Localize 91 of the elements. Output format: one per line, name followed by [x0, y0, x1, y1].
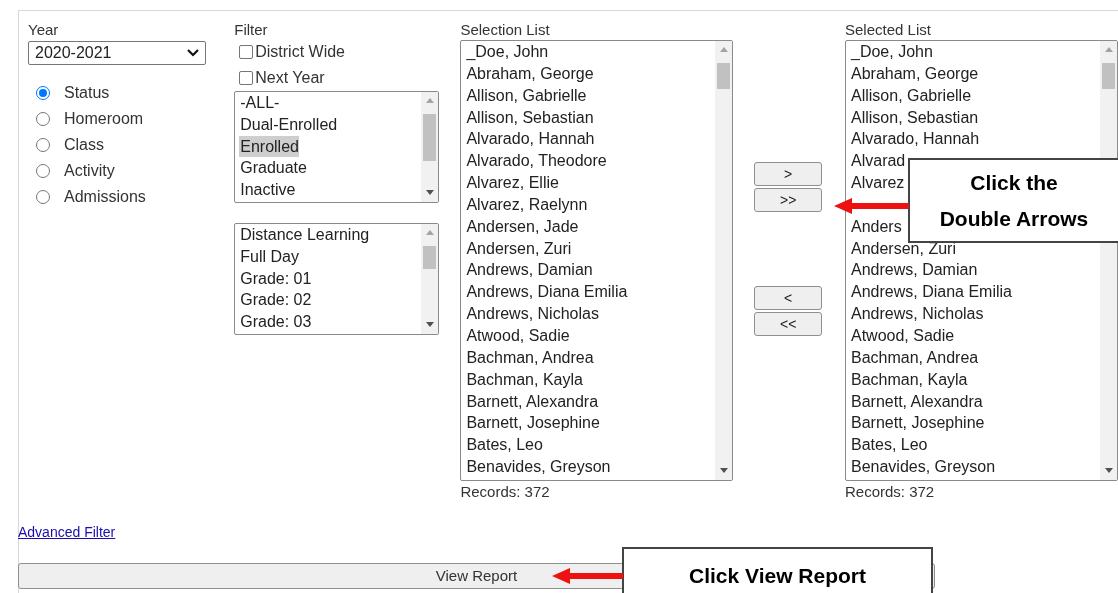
list-option[interactable]: Graduate [239, 157, 307, 180]
list-option[interactable]: Alvarado, Hannah [465, 128, 595, 151]
field-label: Selection List [460, 21, 551, 39]
list-option[interactable]: Inactive [239, 179, 296, 201]
list-option[interactable]: Abraham, George [465, 62, 594, 85]
list-option[interactable]: Andrews, Nicholas [465, 303, 599, 325]
list-option[interactable]: Allison, Sebastian [465, 106, 594, 129]
list-option[interactable]: Andrews, Diana Emilia [850, 281, 1012, 304]
list-option[interactable]: Dual-Enrolled [239, 113, 338, 136]
scroll-thumb[interactable] [423, 114, 437, 161]
list-option[interactable]: Benavides, Greyson [465, 456, 611, 478]
checkbox-label: Next Year [255, 68, 325, 88]
list-option[interactable]: Barnett, Josephine [465, 412, 600, 435]
list-option[interactable]: Alvarez [850, 172, 905, 194]
checkbox[interactable] [239, 71, 254, 85]
checkbox[interactable] [239, 45, 254, 59]
list-option[interactable]: Andrews, Damian [465, 259, 593, 282]
list-option[interactable]: Allison, Sebastian [850, 106, 979, 129]
radio-label: Status [64, 83, 110, 103]
scroll-up-icon[interactable] [426, 98, 435, 103]
list-option[interactable]: Anders [850, 215, 902, 238]
list-option[interactable]: Barnett, Alexandra [850, 390, 983, 413]
record-count: Records: 372 [845, 483, 936, 501]
list-option[interactable]: Grade: 01 [239, 267, 312, 290]
scroll-down-icon[interactable] [1105, 468, 1113, 473]
status-listbox[interactable]: -ALL- Dual-Enrolled Enrolled Graduate Inactive [234, 91, 440, 203]
year-dropdown[interactable]: 2020-2021 [28, 41, 206, 65]
callout-tooltip: Click the Double Arrows [908, 158, 1118, 243]
list-option[interactable]: Andersen, Zuri [465, 237, 572, 260]
list-option[interactable]: Allison, Gabrielle [465, 84, 587, 107]
scroll-up-icon[interactable] [426, 230, 435, 235]
scroll-up-icon[interactable] [720, 47, 729, 52]
list-option[interactable]: Bates, Leo [465, 434, 543, 457]
field-label: Year [28, 21, 60, 39]
list-option[interactable]: Abraham, George [850, 62, 979, 85]
pointer-arrow [552, 568, 623, 584]
field-label: Filter [234, 21, 269, 39]
move-button[interactable]: < [754, 286, 823, 310]
move-button[interactable]: >> [754, 188, 823, 212]
list-option[interactable]: Grade: 02 [239, 289, 312, 312]
scroll-thumb[interactable] [717, 63, 731, 89]
scroll-up-icon[interactable] [1105, 47, 1113, 52]
radio-label: Admissions [64, 187, 146, 207]
scroll-thumb[interactable] [423, 246, 437, 269]
list-option[interactable]: Andersen, Jade [465, 215, 579, 238]
list-option[interactable]: Grade: 03 [239, 311, 312, 333]
list-option[interactable]: Andrews, Nicholas [850, 303, 984, 325]
scrollbar[interactable] [715, 41, 733, 480]
scroll-down-icon[interactable] [720, 468, 729, 473]
radio-label: Class [64, 135, 104, 155]
student-listbox[interactable] [460, 40, 734, 481]
scroll-thumb[interactable] [1102, 63, 1115, 89]
scrollbar[interactable] [421, 92, 439, 202]
list-option[interactable]: Bachman, Kayla [465, 368, 583, 391]
move-button[interactable]: > [754, 162, 823, 186]
list-option[interactable]: Andrews, Damian [850, 259, 978, 282]
list-option[interactable]: Alvarado, Theodore [465, 150, 607, 173]
scroll-down-icon[interactable] [426, 322, 435, 327]
list-option[interactable]: Allison, Gabrielle [850, 84, 972, 107]
list-option[interactable]: Bachman, Kayla [850, 368, 968, 391]
list-option[interactable]: Atwood, Sadie [465, 324, 570, 347]
list-option[interactable]: Barnett, Josephine [850, 412, 985, 435]
list-option[interactable]: Barnett, Alexandra [465, 390, 599, 413]
list-option[interactable]: -ALL- [239, 92, 280, 114]
list-option[interactable]: Atwood, Sadie [850, 324, 955, 347]
list-option[interactable]: Distance Learning [239, 224, 370, 246]
caret-icon [187, 49, 199, 57]
radio-label: Activity [64, 161, 115, 181]
field-label: Selected List [845, 21, 932, 39]
move-button[interactable]: << [754, 312, 823, 336]
checkbox-label: District Wide [255, 42, 345, 62]
list-option[interactable]: Enrolled [239, 135, 299, 158]
radio-label: Homeroom [64, 109, 144, 129]
list-option[interactable]: Full Day [239, 245, 299, 268]
program-listbox[interactable]: Distance Learning Full Day Grade: 01 Grade: 02 Grade: 03 [234, 223, 440, 335]
list-option[interactable]: Alvarez, Ellie [465, 172, 559, 194]
list-option[interactable]: Bachman, Andrea [850, 346, 979, 369]
list-option[interactable]: Bachman, Andrea [465, 346, 594, 369]
scroll-down-icon[interactable] [426, 190, 435, 195]
list-option[interactable]: _Doe, John [465, 41, 549, 63]
list-option[interactable]: _Doe, John [850, 41, 933, 63]
record-count: Records: 372 [460, 483, 551, 501]
list-option[interactable]: Alvarez, Raelynn [465, 193, 588, 216]
list-option[interactable]: Alvarad [850, 150, 906, 173]
advanced-filter-link[interactable]: Advanced Filter [18, 522, 116, 543]
list-option[interactable]: Bates, Leo [850, 434, 928, 457]
callout-tooltip: Click View Report [622, 547, 933, 593]
list-option[interactable]: Benavides, Greyson [850, 456, 996, 478]
list-option[interactable]: Andrews, Diana Emilia [465, 281, 628, 304]
scrollbar[interactable] [421, 224, 439, 334]
list-option[interactable]: Alvarado, Hannah [850, 128, 980, 151]
